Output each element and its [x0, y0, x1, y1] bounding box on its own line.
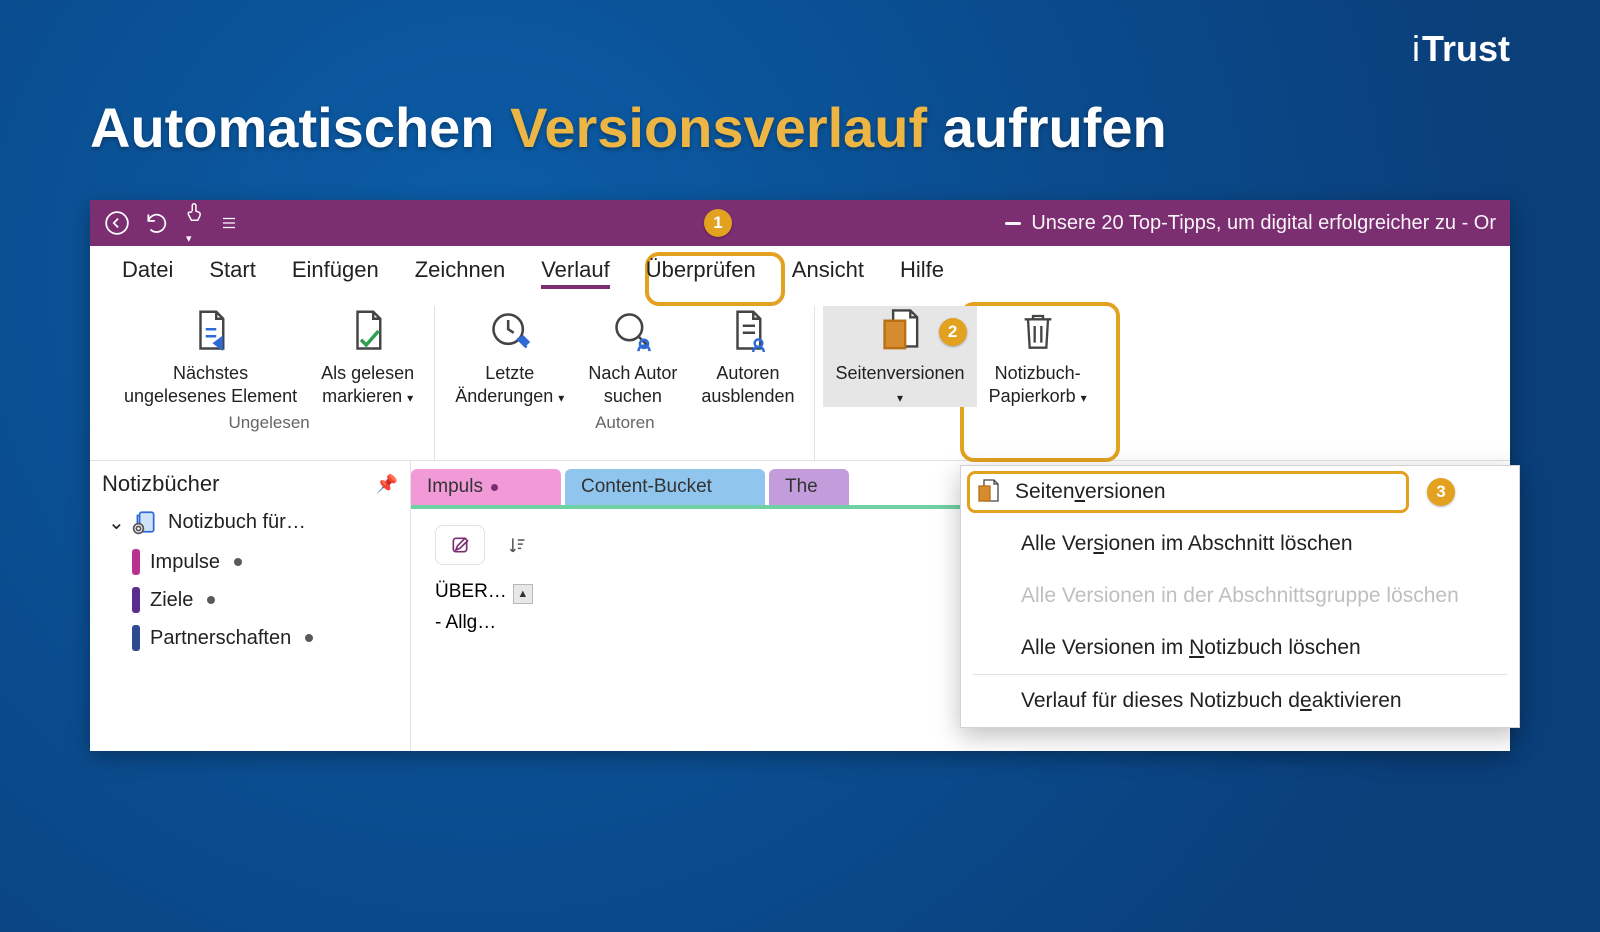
sort-icon[interactable]	[507, 534, 527, 556]
section-item[interactable]: Impulse	[132, 543, 398, 581]
dropdown-delete-group-versions: Alle Versionen in der Abschnittsgruppe l…	[961, 570, 1519, 622]
pin-icon[interactable]: 📌	[376, 474, 398, 495]
titlebar: ▾ Unsere 20 Top-Tipps, um digital erfolg…	[90, 200, 1510, 246]
notebook-trash-button[interactable]: Notizbuch-Papierkorb ▾	[977, 306, 1099, 407]
clock-edit-icon	[488, 306, 532, 356]
page-versions-icon	[877, 306, 923, 356]
hide-authors-button[interactable]: Autorenausblenden	[689, 306, 806, 407]
ribbon-tabs: Datei Start Einfügen Zeichnen Verlauf Üb…	[90, 246, 1510, 296]
notebook-name: Notizbuch für…	[168, 511, 306, 534]
callout-1: 1	[704, 209, 732, 237]
dropdown-delete-notebook-versions[interactable]: Alle Versionen im Notizbuch löschen	[961, 622, 1519, 674]
section-list: Impulse Ziele Partnerschaften	[102, 543, 398, 657]
page-versions-button[interactable]: 2 Seitenversionen▾	[823, 306, 976, 407]
notebook-sync-icon	[132, 509, 158, 535]
trash-icon	[1018, 306, 1058, 356]
page-next-icon	[190, 306, 232, 356]
sidebar-title: Notizbücher 📌	[102, 471, 398, 497]
section-tab-the[interactable]: The	[769, 469, 849, 505]
tab-ansicht[interactable]: Ansicht	[774, 245, 882, 295]
onenote-window: 1 ▾ Unsere 20 Top-Tipps, um digital erfo…	[90, 200, 1510, 751]
dropdown-delete-section-versions[interactable]: Alle Versionen im Abschnitt löschen	[961, 518, 1519, 570]
ribbon-group-versions: 2 Seitenversionen▾ Notizbuch-Papierkorb …	[815, 306, 1106, 460]
tab-hilfe[interactable]: Hilfe	[882, 245, 962, 295]
dropdown-label: Seitenversionen	[1015, 480, 1166, 504]
page-item[interactable]: - Allg…	[435, 608, 533, 638]
search-user-icon	[611, 306, 655, 356]
document-title: Unsere 20 Top-Tipps, um digital erfolgre…	[1005, 212, 1496, 235]
touch-mode-icon[interactable]: ▾	[184, 199, 206, 248]
page-item[interactable]: ÜBER…▲	[435, 577, 533, 608]
page-list: ÜBER…▲ - Allg…	[435, 565, 533, 638]
callout-3: 3	[1427, 478, 1455, 506]
tab-verlauf[interactable]: Verlauf	[523, 245, 628, 295]
ribbon: Nächstesungelesenes Element Als gelesenm…	[90, 296, 1510, 461]
next-unread-button[interactable]: Nächstesungelesenes Element	[112, 306, 309, 407]
page-check-icon	[347, 306, 389, 356]
section-tab-impuls[interactable]: Impuls	[411, 469, 561, 505]
ribbon-group-label	[959, 407, 964, 443]
dropdown-label: Verlauf für dieses Notizbuch deaktiviere…	[1021, 689, 1402, 713]
notebook-item[interactable]: ⌄ Notizbuch für…	[102, 505, 398, 543]
tab-ueberpruefen[interactable]: Überprüfen	[628, 245, 774, 295]
tab-start[interactable]: Start	[191, 245, 273, 295]
notebook-sidebar: Notizbücher 📌 ⌄ Notizbuch für… Impulse Z…	[90, 461, 410, 751]
ribbon-group-ungelesen: Nächstesungelesenes Element Als gelesenm…	[104, 306, 435, 460]
recent-changes-button[interactable]: LetzteÄnderungen ▾	[443, 306, 576, 407]
page-title: Automatischen Versionsverlauf aufrufen	[90, 95, 1600, 160]
customize-qat-icon[interactable]	[220, 214, 238, 232]
back-icon[interactable]	[104, 210, 130, 236]
ribbon-group-label: Autoren	[595, 407, 655, 443]
chevron-down-icon: ⌄	[108, 510, 122, 535]
page-versions-small-icon	[975, 478, 1001, 506]
brand-logo: iTrust	[1412, 28, 1510, 70]
section-tab-content-bucket[interactable]: Content-Bucket	[565, 469, 765, 505]
find-by-author-button[interactable]: Nach Autorsuchen	[576, 306, 689, 407]
mark-read-button[interactable]: Als gelesenmarkieren ▾	[309, 306, 426, 407]
undo-icon[interactable]	[144, 210, 170, 236]
section-item[interactable]: Partnerschaften	[132, 619, 398, 657]
new-page-button[interactable]	[435, 525, 485, 565]
page-versions-dropdown: Seitenversionen 3 Alle Versionen im Absc…	[960, 465, 1520, 728]
tab-datei[interactable]: Datei	[104, 245, 191, 295]
section-item[interactable]: Ziele	[132, 581, 398, 619]
dropdown-label: Alle Versionen im Notizbuch löschen	[1021, 636, 1361, 660]
dropdown-pageversions[interactable]: Seitenversionen 3	[961, 466, 1519, 518]
dropdown-label: Alle Versionen in der Abschnittsgruppe l…	[1021, 584, 1459, 608]
dropdown-disable-history[interactable]: Verlauf für dieses Notizbuch deaktiviere…	[961, 675, 1519, 727]
ribbon-group-label: Ungelesen	[228, 407, 309, 443]
dropdown-label: Alle Versionen im Abschnitt löschen	[1021, 532, 1353, 556]
tab-zeichnen[interactable]: Zeichnen	[397, 245, 524, 295]
tab-einfuegen[interactable]: Einfügen	[274, 245, 397, 295]
callout-2: 2	[939, 318, 967, 346]
ribbon-group-autoren: LetzteÄnderungen ▾ Nach Autorsuchen Auto…	[435, 306, 815, 460]
page-user-icon	[727, 306, 769, 356]
scroll-up-icon[interactable]: ▲	[513, 584, 533, 604]
